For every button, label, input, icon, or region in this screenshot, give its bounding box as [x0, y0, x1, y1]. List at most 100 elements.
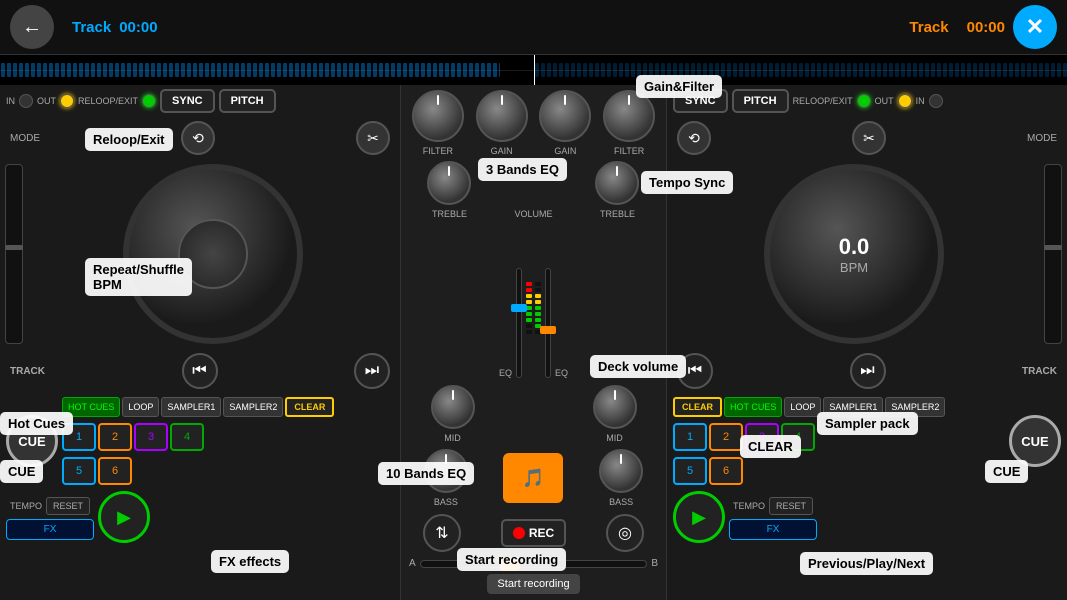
left-track-row: TRACK ⏮ ⏭ — [0, 349, 400, 393]
left-volume-fader[interactable] — [516, 268, 522, 378]
right-pad-6[interactable]: 6 — [709, 457, 743, 485]
target-button[interactable]: ◎ — [606, 514, 644, 552]
left-mode-row: MODE ⟲ ✂ — [0, 117, 400, 159]
left-mode-btn-1[interactable]: ⟲ — [181, 121, 215, 155]
main-content: IN OUT RELOOP/EXIT SYNC PITCH MODE ⟲ ✂ — [0, 85, 1067, 600]
crossfader-handle[interactable] — [500, 557, 520, 571]
left-sync-button[interactable]: SYNC — [160, 89, 215, 113]
left-loop-btn[interactable]: LOOP — [122, 397, 159, 417]
left-treble-knob[interactable] — [427, 161, 471, 205]
right-pitch-slider[interactable] — [1044, 164, 1062, 344]
right-prev-button[interactable]: ⏮ — [677, 353, 713, 389]
right-treble-knob[interactable] — [595, 161, 639, 205]
right-reset-fx: TEMPO RESET FX — [729, 495, 817, 540]
start-recording-button[interactable]: Start recording — [487, 574, 579, 594]
left-mid-col: MID — [431, 385, 475, 443]
right-play-button[interactable]: ▶ — [673, 491, 725, 543]
left-out-led — [60, 94, 74, 108]
left-in-led — [19, 94, 33, 108]
left-sampler2-btn[interactable]: SAMPLER2 — [223, 397, 283, 417]
right-clear-button[interactable]: CLEAR — [673, 397, 722, 417]
right-bass-label: BASS — [609, 497, 633, 507]
right-next-button[interactable]: ⏭ — [850, 353, 886, 389]
right-pads-area: CLEAR HOT CUES LOOP SAMPLER1 SAMPLER2 1 … — [673, 395, 1005, 487]
right-bass-knob[interactable] — [599, 449, 643, 493]
mixer-mid-row: MID MID — [401, 382, 666, 446]
right-jog-wheel[interactable]: 0.0 BPM — [764, 164, 944, 344]
sampler-button[interactable]: 🎵 — [503, 453, 563, 503]
left-prev-button[interactable]: ⏮ — [182, 353, 218, 389]
right-pad-row-1: 1 2 3 4 — [673, 421, 1005, 453]
close-button[interactable]: ✕ — [1013, 5, 1057, 49]
left-next-button[interactable]: ⏭ — [354, 353, 390, 389]
left-clear-button[interactable]: CLEAR — [285, 397, 334, 417]
left-tempo-label: TEMPO — [10, 501, 42, 511]
right-reset-button[interactable]: RESET — [769, 497, 813, 515]
left-treble-col: TREBLE — [427, 161, 471, 219]
right-mode-btn-1[interactable]: ⟲ — [677, 121, 711, 155]
left-pad-2[interactable]: 2 — [98, 423, 132, 451]
left-gain-label: GAIN — [491, 146, 513, 156]
right-mode-btn-2[interactable]: ✂ — [852, 121, 886, 155]
left-pad-4[interactable]: 4 — [170, 423, 204, 451]
mixer-gain-right-col: GAIN — [539, 90, 591, 156]
mixer-filter-left-col: FILTER — [412, 90, 464, 156]
right-sync-button[interactable]: SYNC — [673, 89, 728, 113]
left-pitch-slider[interactable] — [5, 164, 23, 344]
left-jog-wheel[interactable] — [123, 164, 303, 344]
mixer-gain-left-col: GAIN — [476, 90, 528, 156]
right-pad-2[interactable]: 2 — [709, 423, 743, 451]
right-pad-3[interactable]: 3 — [745, 423, 779, 451]
right-treble-col: TREBLE — [595, 161, 639, 219]
left-pitch-button[interactable]: PITCH — [219, 89, 276, 113]
left-cue-button[interactable]: CUE — [6, 415, 58, 467]
right-hot-cues-btn[interactable]: HOT CUES — [724, 397, 782, 417]
left-eq-col: EQ — [499, 226, 512, 378]
vu-seg — [535, 282, 541, 286]
left-pad-1[interactable]: 1 — [62, 423, 96, 451]
right-sampler1-btn[interactable]: SAMPLER1 — [823, 397, 883, 417]
right-pad-4[interactable]: 4 — [781, 423, 815, 451]
left-deck: IN OUT RELOOP/EXIT SYNC PITCH MODE ⟲ ✂ — [0, 85, 400, 600]
vu-seg — [526, 318, 532, 322]
left-pitch-handle — [5, 245, 23, 250]
right-track-label2: TRACK — [1022, 366, 1057, 377]
left-mid-label: MID — [444, 433, 461, 443]
right-out-label: OUT — [875, 96, 894, 106]
rec-button[interactable]: REC — [501, 519, 566, 547]
left-reset-button[interactable]: RESET — [46, 497, 90, 515]
left-time: 00:00 — [119, 19, 157, 36]
left-filter-knob[interactable] — [412, 90, 464, 142]
vu-seg — [526, 288, 532, 292]
vu-seg — [526, 324, 532, 328]
left-bass-knob[interactable] — [424, 449, 468, 493]
eq-adjust-button[interactable]: ⇅ — [423, 514, 461, 552]
right-sampler2-btn[interactable]: SAMPLER2 — [885, 397, 945, 417]
left-pad-3[interactable]: 3 — [134, 423, 168, 451]
left-pad-5[interactable]: 5 — [62, 457, 96, 485]
right-cue-button[interactable]: CUE — [1009, 415, 1061, 467]
right-fx-button[interactable]: FX — [729, 519, 817, 540]
left-hot-cues-btn[interactable]: HOT CUES — [62, 397, 120, 417]
left-fx-button[interactable]: FX — [6, 519, 94, 540]
right-gain-knob[interactable] — [539, 90, 591, 142]
back-button[interactable]: ← — [10, 5, 54, 49]
right-mid-knob[interactable] — [593, 385, 637, 429]
right-jog-section: 0.0 BPM — [667, 159, 1067, 349]
right-loop-btn[interactable]: LOOP — [784, 397, 821, 417]
left-play-button[interactable]: ▶ — [98, 491, 150, 543]
left-pad-6[interactable]: 6 — [98, 457, 132, 485]
right-pad-5[interactable]: 5 — [673, 457, 707, 485]
left-mode-btn-2[interactable]: ✂ — [356, 121, 390, 155]
right-pad-1[interactable]: 1 — [673, 423, 707, 451]
right-mode-row: ⟲ ✂ MODE — [667, 117, 1067, 159]
right-volume-fader[interactable] — [545, 268, 551, 378]
right-filter-knob[interactable] — [603, 90, 655, 142]
left-mid-knob[interactable] — [431, 385, 475, 429]
right-pitch-button[interactable]: PITCH — [732, 89, 789, 113]
left-sampler1-btn[interactable]: SAMPLER1 — [161, 397, 221, 417]
right-mode-label: MODE — [1027, 133, 1057, 144]
left-gain-knob[interactable] — [476, 90, 528, 142]
left-in-out: IN OUT RELOOP/EXIT — [6, 94, 156, 108]
crossfader-track[interactable] — [420, 560, 648, 568]
